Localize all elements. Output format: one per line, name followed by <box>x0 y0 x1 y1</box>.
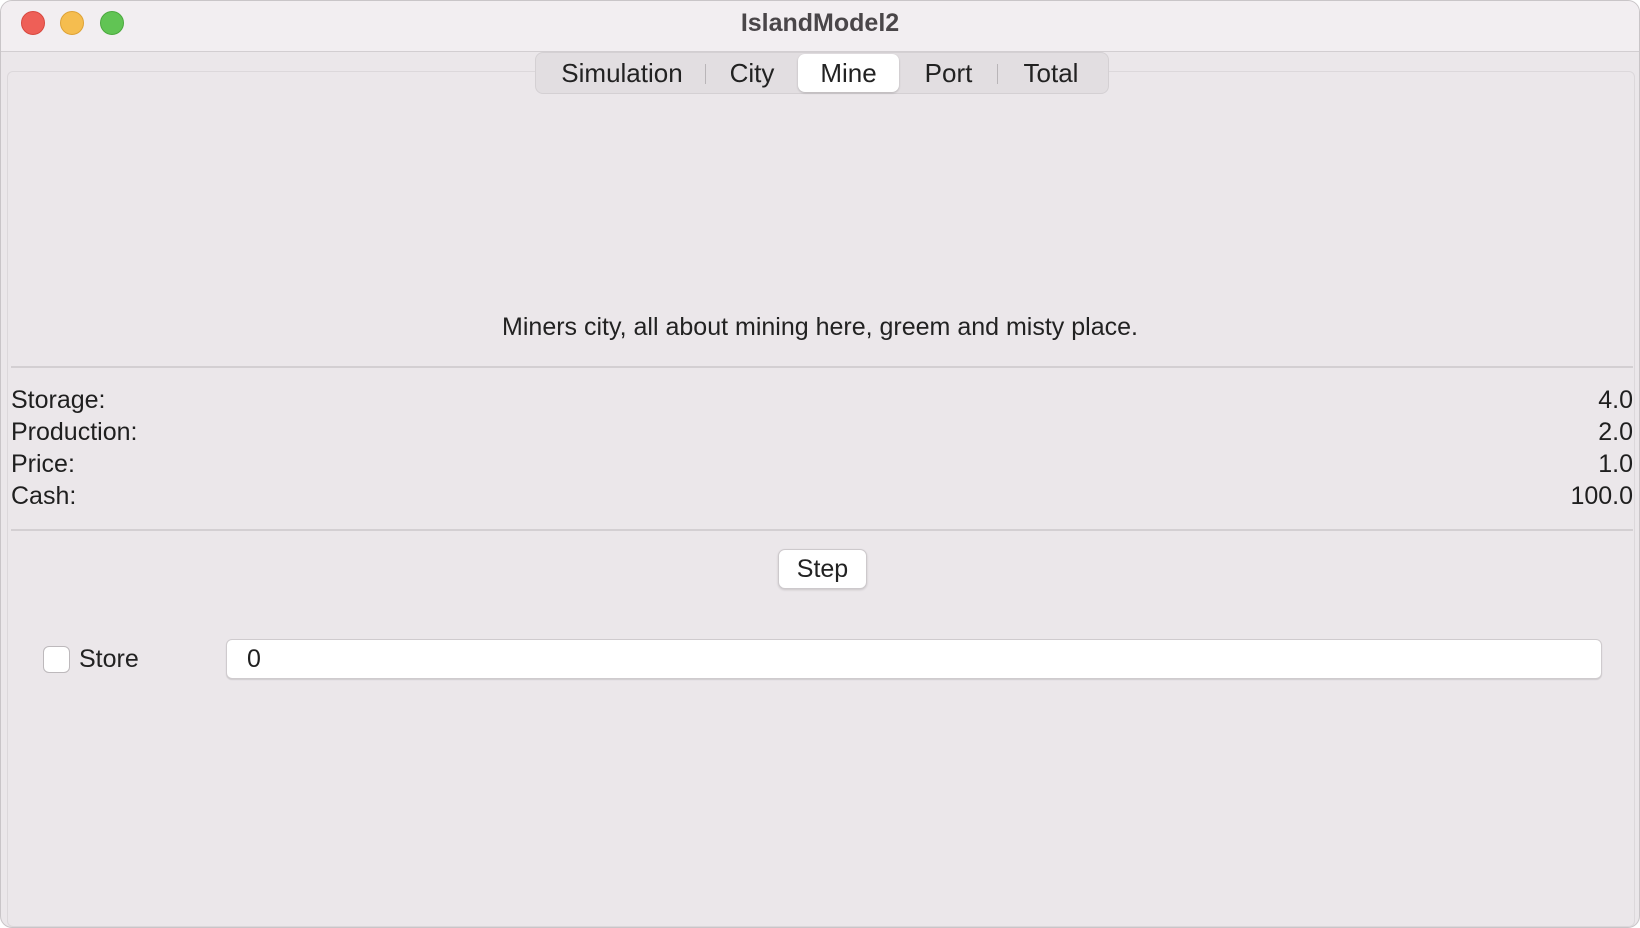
stat-label: Storage: <box>11 386 106 414</box>
tab-port[interactable]: Port <box>899 54 998 92</box>
app-window: IslandModel2 Simulation City Mine Port T… <box>0 0 1640 928</box>
divider-top <box>11 366 1633 368</box>
tab-simulation[interactable]: Simulation <box>538 54 706 92</box>
stat-value: 4.0 <box>1598 386 1633 414</box>
mine-description: Miners city, all about mining here, gree… <box>502 313 1138 341</box>
stat-label: Production: <box>11 418 138 446</box>
stat-row-production: Production: 2.0 <box>11 416 1633 448</box>
stat-value: 100.0 <box>1570 482 1633 510</box>
store-amount-field[interactable]: 0 <box>226 639 1602 679</box>
stat-value: 2.0 <box>1598 418 1633 446</box>
title-bar: IslandModel2 <box>1 1 1639 52</box>
step-button[interactable]: Step <box>778 549 867 589</box>
tab-total[interactable]: Total <box>998 54 1104 92</box>
stat-row-price: Price: 1.0 <box>11 448 1633 480</box>
store-checkbox-label[interactable]: Store <box>79 643 139 675</box>
tab-city[interactable]: City <box>706 54 798 92</box>
stat-row-cash: Cash: 100.0 <box>11 480 1633 512</box>
stat-value: 1.0 <box>1598 450 1633 478</box>
store-checkbox[interactable] <box>43 646 70 673</box>
divider-bottom <box>11 529 1633 531</box>
stat-row-storage: Storage: 4.0 <box>11 384 1633 416</box>
tab-bar: Simulation City Mine Port Total <box>535 52 1109 94</box>
tab-mine[interactable]: Mine <box>798 54 899 92</box>
window-title: IslandModel2 <box>740 9 900 37</box>
stat-label: Cash: <box>11 482 77 510</box>
stat-label: Price: <box>11 450 75 478</box>
